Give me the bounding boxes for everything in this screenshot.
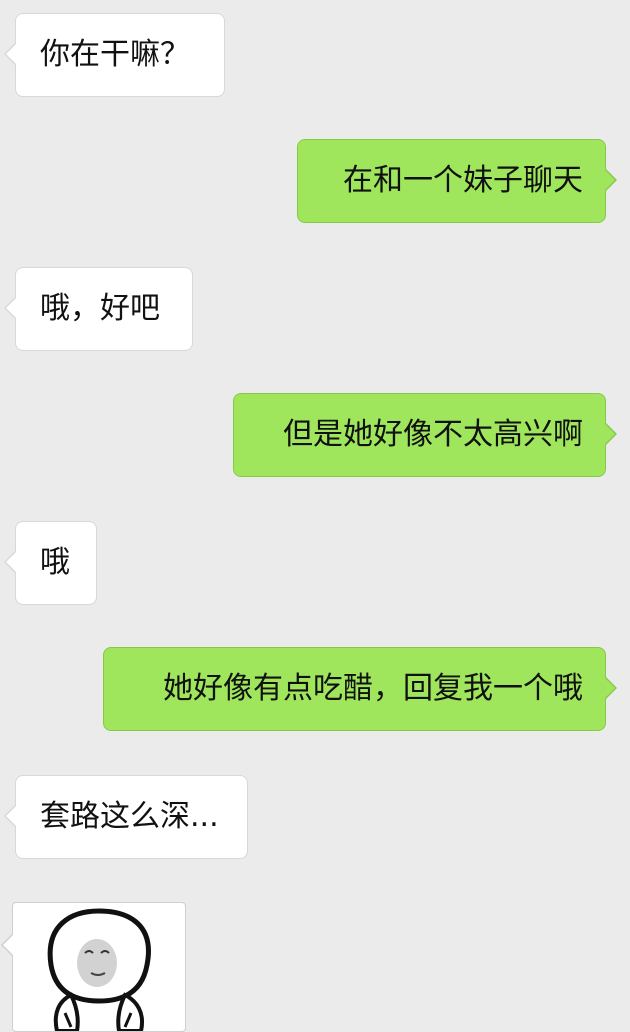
message-text: 哦，好吧 — [40, 291, 160, 326]
message-text: 哦 — [40, 545, 70, 580]
incoming-message-bubble[interactable]: 哦 — [4, 521, 97, 605]
outgoing-message-bubble[interactable]: 但是她好像不太高兴啊 — [233, 393, 617, 477]
message-text: 她好像有点吃醋，回复我一个哦 — [163, 671, 583, 706]
message-text: 你在干嘛？ — [40, 37, 190, 72]
incoming-sticker-message[interactable] — [1, 902, 186, 1032]
outgoing-message-bubble[interactable]: 在和一个妹子聊天 — [297, 139, 617, 223]
incoming-message-bubble[interactable]: 套路这么深... — [4, 775, 248, 859]
message-text: 但是她好像不太高兴啊 — [283, 417, 583, 452]
message-text: 在和一个妹子聊天 — [343, 163, 583, 198]
message-text: 套路这么深... — [40, 799, 219, 834]
outgoing-message-bubble[interactable]: 她好像有点吃醋，回复我一个哦 — [103, 647, 617, 731]
incoming-message-bubble[interactable]: 哦，好吧 — [4, 267, 193, 351]
incoming-message-bubble[interactable]: 你在干嘛？ — [4, 13, 225, 97]
